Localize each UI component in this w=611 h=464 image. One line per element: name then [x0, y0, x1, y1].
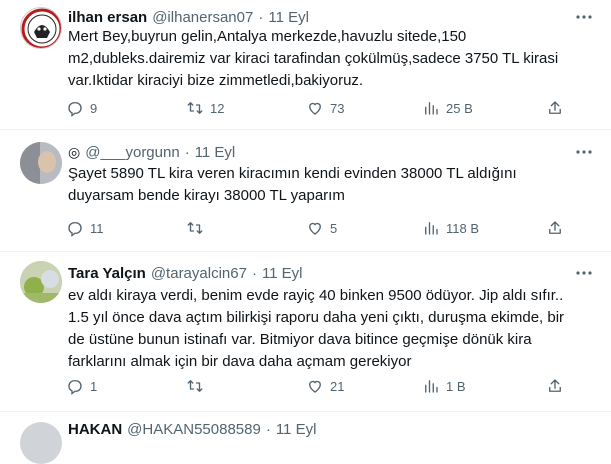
separator-dot: ·: [251, 265, 257, 282]
repost-button[interactable]: [186, 375, 210, 397]
repost-count: 12: [210, 100, 225, 116]
view-count: 118 B: [446, 220, 480, 236]
avatar[interactable]: [20, 7, 62, 49]
repost-icon: [187, 380, 203, 392]
tweet-text: Mert Bey,buyrun gelin,Antalya merkezde,h…: [68, 28, 559, 89]
tweet-header: ilhan ersan @ilhanersan07 · 11 Eyl: [68, 9, 309, 26]
share-icon: [549, 101, 561, 114]
display-name[interactable]: HAKAN: [68, 421, 122, 438]
view-count: 25 B: [446, 100, 473, 116]
tweet-date[interactable]: 11 Eyl: [268, 9, 309, 26]
display-name[interactable]: Tara Yalçın: [68, 265, 146, 282]
views-button[interactable]: 1 B: [422, 375, 466, 397]
tweet-actions: 1 21 1 B: [66, 375, 586, 397]
like-count: 5: [330, 220, 338, 236]
heart-icon: [309, 380, 321, 393]
user-handle[interactable]: @___yorgunn: [85, 144, 179, 161]
tweet-4[interactable]: HAKAN @HAKAN55088589 · 11 Eyl: [0, 412, 611, 464]
tweet-actions: 9 12 73 25 B: [66, 97, 586, 119]
tweet-2[interactable]: ◎ @___yorgunn · 11 Eyl Şayet 5890 TL kir…: [0, 130, 611, 252]
reply-count: 11: [90, 220, 104, 236]
user-handle[interactable]: @tarayalcin67: [151, 265, 247, 282]
reply-count: 1: [90, 378, 98, 394]
share-icon: [549, 379, 561, 392]
repost-icon: [187, 102, 203, 114]
tweet-1[interactable]: ilhan ersan @ilhanersan07 · 11 Eyl Mert …: [0, 0, 611, 130]
repost-button[interactable]: [186, 217, 210, 239]
avatar[interactable]: [20, 142, 62, 184]
more-options-icon[interactable]: [573, 143, 595, 161]
reply-icon: [68, 102, 82, 117]
like-button[interactable]: 73: [306, 97, 344, 119]
separator-dot: ·: [258, 9, 264, 26]
tweet-date[interactable]: 11 Eyl: [195, 144, 236, 161]
reply-button[interactable]: 9: [66, 97, 97, 119]
tweet-text: Şayet 5890 TL kira veren kiracımın kendi…: [68, 165, 517, 204]
share-icon: [549, 221, 561, 234]
tweet-date[interactable]: 11 Eyl: [262, 265, 303, 282]
reply-count: 9: [90, 100, 98, 116]
share-button[interactable]: [546, 217, 564, 239]
more-options-icon[interactable]: [573, 8, 595, 26]
tweet-text: ev aldı kiraya verdi, benim evde rayiç 4…: [68, 287, 565, 370]
analytics-icon: [425, 380, 438, 393]
avatar[interactable]: [20, 422, 62, 464]
views-button[interactable]: 25 B: [422, 97, 473, 119]
user-handle[interactable]: @ilhanersan07: [152, 9, 253, 26]
analytics-icon: [425, 102, 438, 115]
share-button[interactable]: [546, 375, 564, 397]
user-handle[interactable]: @HAKAN55088589: [127, 421, 261, 438]
repost-icon: [187, 222, 203, 234]
tweet-header: Tara Yalçın @tarayalcin67 · 11 Eyl: [68, 265, 303, 282]
reply-button[interactable]: 1: [66, 375, 97, 397]
tweet-actions: 11 5 118 B: [66, 217, 586, 239]
separator-dot: ·: [265, 421, 271, 438]
separator-dot: ·: [184, 144, 190, 161]
tweet-header: HAKAN @HAKAN55088589 · 11 Eyl: [68, 421, 316, 438]
profile-badge-icon: ◎: [68, 144, 81, 160]
share-button[interactable]: [546, 97, 564, 119]
heart-icon: [309, 102, 321, 115]
view-count: 1 B: [446, 378, 466, 394]
reply-button[interactable]: 11: [66, 217, 104, 239]
more-options-icon[interactable]: [573, 264, 595, 282]
tweet-3[interactable]: Tara Yalçın @tarayalcin67 · 11 Eyl ev al…: [0, 252, 611, 412]
views-button[interactable]: 118 B: [422, 217, 479, 239]
tweet-feed: ilhan ersan @ilhanersan07 · 11 Eyl Mert …: [0, 0, 611, 464]
tweet-date[interactable]: 11 Eyl: [276, 421, 317, 438]
avatar[interactable]: [20, 261, 62, 303]
repost-button[interactable]: 12: [186, 97, 224, 119]
analytics-icon: [425, 222, 438, 235]
like-count: 73: [330, 100, 345, 116]
reply-icon: [68, 380, 82, 395]
like-button[interactable]: 5: [306, 217, 337, 239]
tweet-header: ◎ @___yorgunn · 11 Eyl: [68, 144, 235, 161]
like-count: 21: [330, 378, 345, 394]
reply-icon: [68, 222, 82, 237]
heart-icon: [309, 222, 321, 235]
display-name[interactable]: ilhan ersan: [68, 9, 147, 26]
like-button[interactable]: 21: [306, 375, 344, 397]
